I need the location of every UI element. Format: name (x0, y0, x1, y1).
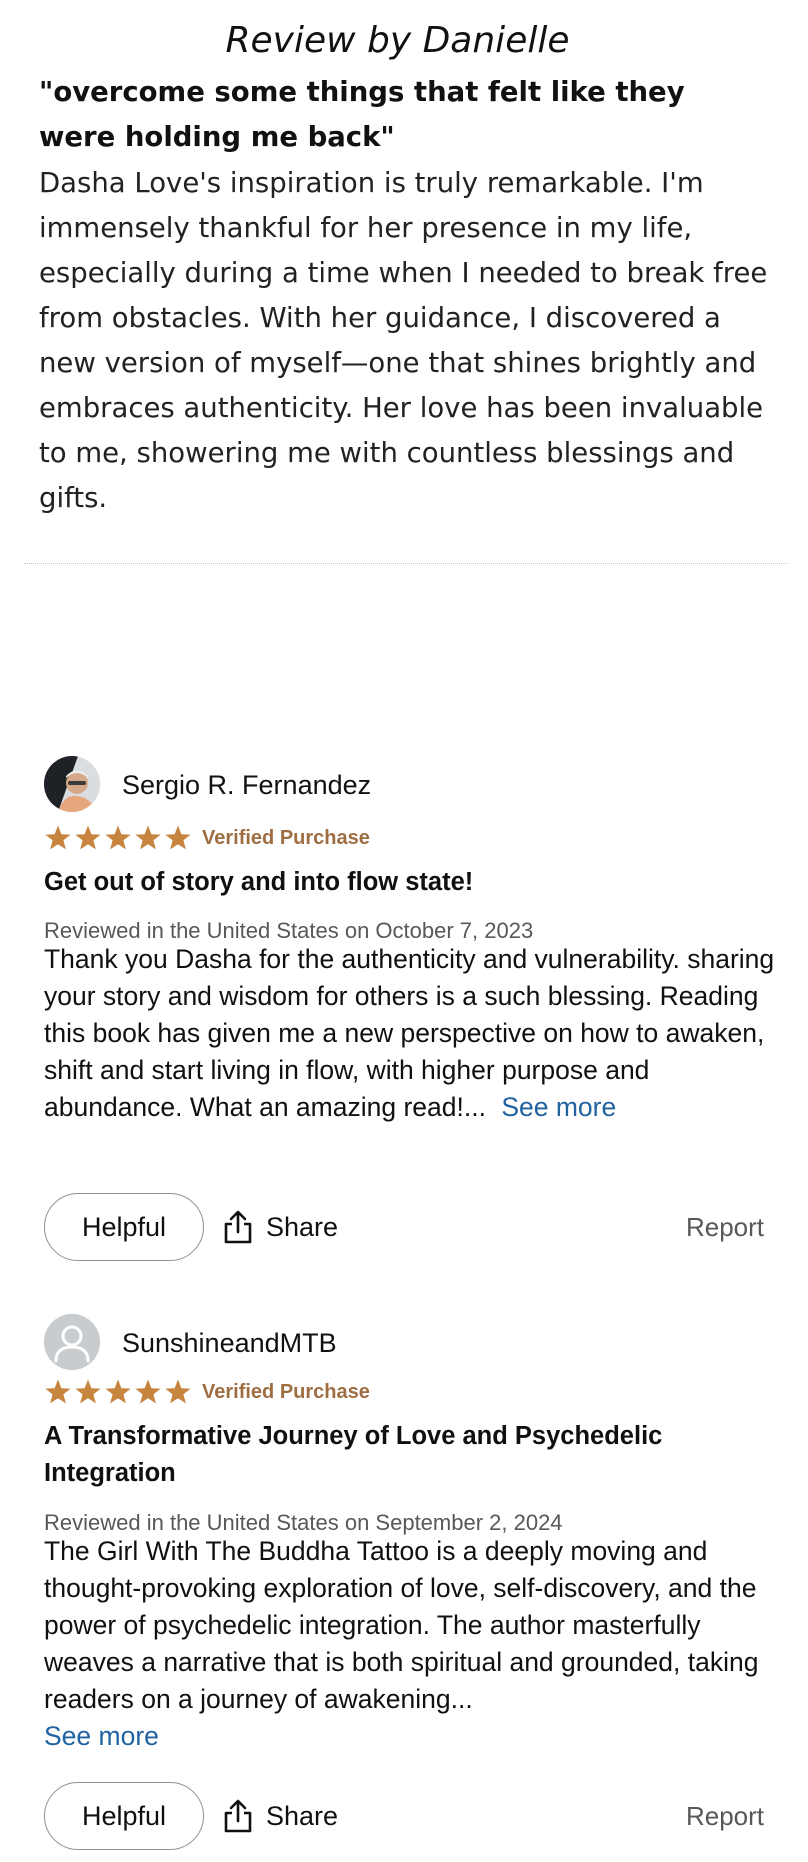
default-user-icon (44, 1314, 100, 1370)
review-headline[interactable]: Get out of story and into flow state! (44, 864, 764, 901)
review-body: Thank you Dasha for the authenticity and… (44, 941, 784, 1126)
five-star-rating-icon (45, 1379, 191, 1404)
testimonial-body: Dasha Love's inspiration is truly remark… (39, 167, 768, 514)
verified-purchase-badge: Verified Purchase (202, 827, 370, 849)
reviewer-name[interactable]: Sergio R. Fernandez (122, 770, 371, 801)
share-icon (224, 1799, 252, 1833)
reviewer-avatar[interactable] (44, 756, 100, 812)
review-body-text: Thank you Dasha for the authenticity and… (44, 944, 775, 1122)
review-actions: Helpful Share Report (0, 1193, 808, 1265)
helpful-button[interactable]: Helpful (44, 1193, 204, 1261)
share-label: Share (266, 1211, 339, 1242)
review-body-text: The Girl With The Buddha Tattoo is a dee… (44, 1536, 759, 1714)
verified-purchase-badge: Verified Purchase (202, 1381, 370, 1403)
testimonial-quote: "overcome some things that felt like the… (39, 76, 685, 153)
share-label: Share (266, 1800, 339, 1831)
review-body: The Girl With The Buddha Tattoo is a dee… (44, 1533, 784, 1755)
reviewer-avatar[interactable] (44, 1314, 100, 1370)
share-button[interactable]: Share (222, 1193, 338, 1261)
five-star-rating-icon (45, 825, 191, 850)
share-icon (224, 1210, 252, 1244)
testimonial-title: Review by Danielle (225, 20, 570, 61)
review-headline[interactable]: A Transformative Journey of Love and Psy… (44, 1418, 764, 1492)
report-link[interactable]: Report (686, 1782, 764, 1850)
review-actions: Helpful Share Report (0, 1782, 808, 1854)
see-more-link[interactable]: See more (44, 1718, 784, 1755)
share-button[interactable]: Share (222, 1782, 338, 1850)
section-divider (24, 563, 788, 564)
profile-photo-icon (44, 756, 100, 812)
see-more-link[interactable]: See more (501, 1092, 616, 1122)
reviewer-name[interactable]: SunshineandMTB (122, 1328, 337, 1359)
report-link[interactable]: Report (686, 1193, 764, 1261)
helpful-button[interactable]: Helpful (44, 1782, 204, 1850)
